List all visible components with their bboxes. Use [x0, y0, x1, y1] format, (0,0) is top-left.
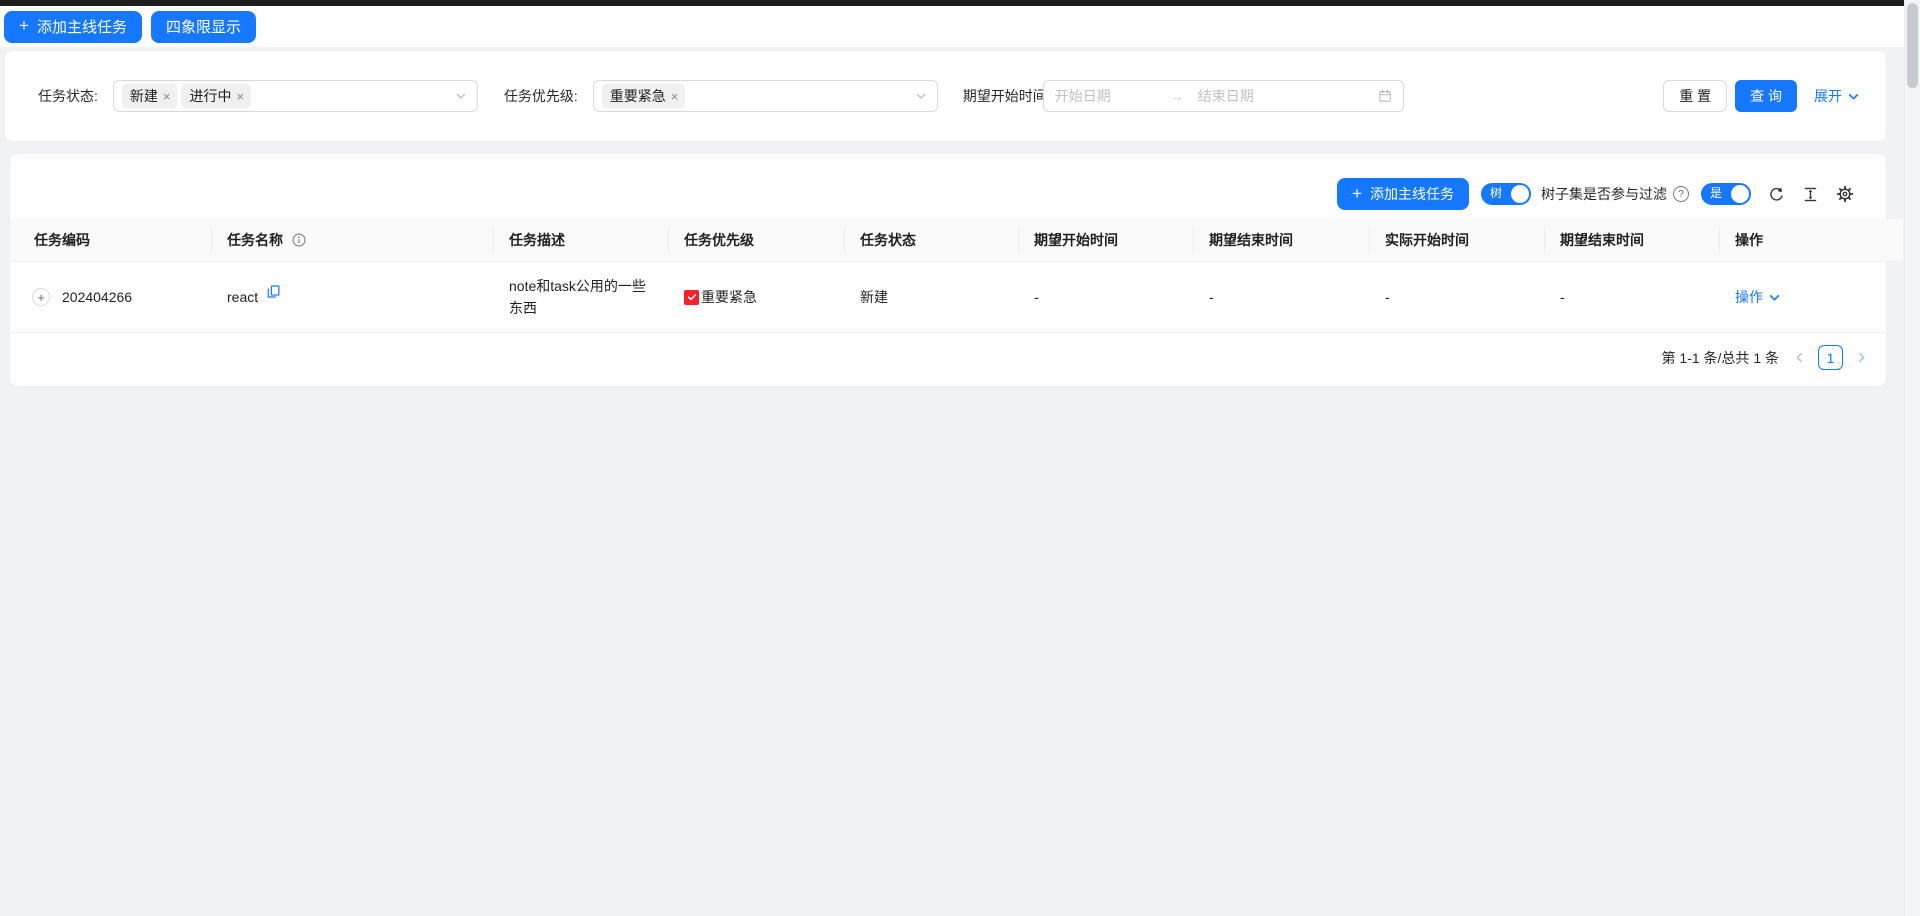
- col-header-task-code: 任务编码: [10, 219, 211, 262]
- chevron-down-icon: [915, 90, 927, 102]
- expected-start-filter-label: 期望开始时间: [963, 86, 1047, 106]
- subtree-filter-switch[interactable]: 是: [1701, 183, 1751, 205]
- cell-task-status: 新建: [844, 262, 1018, 333]
- expand-filters-label: 展开: [1814, 86, 1842, 106]
- task-priority-value: 重要紧急: [701, 286, 757, 308]
- close-icon[interactable]: ×: [236, 90, 244, 103]
- cell-expected-start: -: [1018, 262, 1193, 333]
- status-tag-inprogress-label: 进行中: [189, 86, 231, 106]
- chevron-right-icon[interactable]: [1855, 351, 1868, 364]
- actual-start-value: -: [1385, 289, 1390, 305]
- filter-actions: 重 置 查 询 展开: [1663, 80, 1860, 112]
- expected-end-value: -: [1209, 289, 1214, 305]
- priority-tag-urgent-label: 重要紧急: [610, 86, 666, 106]
- pagination-summary: 第 1-1 条/总共 1 条: [1662, 348, 1779, 368]
- cell-actions: 操作: [1719, 262, 1903, 333]
- expected-end-2-value: -: [1560, 289, 1565, 305]
- query-button[interactable]: 查 询: [1735, 80, 1797, 112]
- status-tag-new-label: 新建: [130, 86, 158, 106]
- cell-expected-end: -: [1193, 262, 1369, 333]
- add-main-task-label: 添加主线任务: [37, 16, 127, 37]
- settings-gear-icon[interactable]: [1836, 185, 1854, 203]
- cell-task-code: + 202404266: [10, 262, 211, 333]
- task-table-panel: + 添加主线任务 树 树子集是否参与过滤 ? 是: [9, 153, 1887, 387]
- copy-icon[interactable]: [267, 285, 280, 298]
- row-actions-label: 操作: [1735, 286, 1763, 308]
- table-header-row: 任务编码 任务名称 任务描述 任务优先级 任务状态: [10, 219, 1903, 262]
- top-action-bar: + 添加主线任务 四象限显示: [0, 6, 1904, 47]
- plus-icon: +: [19, 17, 29, 34]
- col-header-task-name: 任务名称: [211, 219, 493, 262]
- table-toolbar: + 添加主线任务 树 树子集是否参与过滤 ? 是: [10, 178, 1886, 210]
- priority-tag-urgent: 重要紧急 ×: [602, 84, 686, 108]
- task-table: 任务编码 任务名称 任务描述 任务优先级 任务状态: [10, 219, 1903, 333]
- cell-task-name: react: [211, 262, 493, 333]
- info-circle-icon[interactable]: [292, 233, 306, 247]
- chevron-left-icon[interactable]: [1793, 351, 1806, 364]
- plus-icon: +: [1352, 185, 1362, 202]
- cell-actual-start: -: [1369, 262, 1544, 333]
- priority-check-icon: [684, 290, 699, 305]
- row-actions-dropdown[interactable]: 操作: [1735, 286, 1781, 308]
- start-date-placeholder[interactable]: 开始日期: [1055, 86, 1111, 106]
- scrollbar-thumb[interactable]: [1907, 3, 1918, 88]
- page-number-1[interactable]: 1: [1818, 345, 1843, 370]
- priority-select[interactable]: 重要紧急 ×: [593, 80, 938, 112]
- col-header-task-priority: 任务优先级: [668, 219, 844, 262]
- table-row: + 202404266 react: [10, 262, 1903, 333]
- col-header-task-status: 任务状态: [844, 219, 1018, 262]
- cell-task-description: note和task公用的一些东西: [493, 262, 668, 333]
- question-circle-icon[interactable]: ?: [1673, 186, 1689, 202]
- add-main-task-button-toolbar[interactable]: + 添加主线任务: [1337, 178, 1469, 210]
- calendar-icon: [1378, 89, 1392, 103]
- arrow-right-icon: →: [1171, 89, 1184, 104]
- date-range-picker[interactable]: 开始日期 → 结束日期: [1043, 80, 1404, 112]
- chevron-down-icon: [455, 90, 467, 102]
- tree-switch-label: 树: [1490, 187, 1502, 200]
- task-name-value: react: [227, 289, 258, 305]
- col-header-actual-start: 实际开始时间: [1369, 219, 1544, 262]
- cell-task-priority: 重要紧急: [668, 262, 844, 333]
- task-name-header-label: 任务名称: [227, 232, 283, 248]
- add-main-task-toolbar-label: 添加主线任务: [1370, 184, 1454, 204]
- col-header-expected-end-2: 期望结束时间: [1544, 219, 1719, 262]
- switch-knob: [1731, 185, 1749, 203]
- end-date-placeholder[interactable]: 结束日期: [1198, 86, 1254, 106]
- chevron-down-icon: [1847, 90, 1860, 103]
- status-tag-new: 新建 ×: [122, 84, 178, 108]
- pagination: 第 1-1 条/总共 1 条 1: [10, 345, 1886, 370]
- page-scrollbar[interactable]: [1904, 0, 1920, 916]
- close-icon[interactable]: ×: [163, 90, 171, 103]
- close-icon[interactable]: ×: [671, 90, 679, 103]
- col-header-expected-start: 期望开始时间: [1018, 219, 1193, 262]
- quadrant-display-label: 四象限显示: [166, 16, 241, 37]
- expected-start-value: -: [1034, 289, 1039, 305]
- cell-expected-end-2: -: [1544, 262, 1719, 333]
- tree-mode-switch[interactable]: 树: [1481, 183, 1531, 205]
- task-code-value: 202404266: [62, 286, 132, 308]
- chevron-down-icon: [1768, 291, 1781, 304]
- subtree-filter-text: 树子集是否参与过滤: [1541, 184, 1667, 204]
- quadrant-display-button[interactable]: 四象限显示: [151, 11, 256, 43]
- expand-filters-link[interactable]: 展开: [1814, 86, 1860, 106]
- status-tag-inprogress: 进行中 ×: [181, 84, 251, 108]
- task-status-value: 新建: [860, 289, 888, 305]
- col-header-task-description: 任务描述: [493, 219, 668, 262]
- status-filter-label: 任务状态:: [38, 86, 98, 106]
- reset-button[interactable]: 重 置: [1663, 80, 1727, 112]
- col-header-expected-end: 期望结束时间: [1193, 219, 1369, 262]
- status-select[interactable]: 新建 × 进行中 ×: [113, 80, 478, 112]
- priority-filter-label: 任务优先级:: [504, 86, 578, 106]
- add-main-task-button[interactable]: + 添加主线任务: [4, 11, 142, 43]
- switch-knob: [1511, 185, 1529, 203]
- column-height-icon[interactable]: [1802, 186, 1819, 203]
- query-button-label: 查 询: [1750, 86, 1782, 106]
- expand-row-icon[interactable]: +: [32, 288, 50, 306]
- task-description-value: note和task公用的一些东西: [509, 275, 652, 319]
- subtree-switch-label: 是: [1710, 187, 1722, 200]
- page-content: + 添加主线任务 四象限显示 任务状态: 新建 × 进行中 × 任务优先级: 重…: [0, 0, 1904, 387]
- col-header-actions: 操作: [1719, 219, 1903, 262]
- filter-panel: 任务状态: 新建 × 进行中 × 任务优先级: 重要紧急 × 期望开: [4, 50, 1887, 142]
- reload-icon[interactable]: [1768, 186, 1785, 203]
